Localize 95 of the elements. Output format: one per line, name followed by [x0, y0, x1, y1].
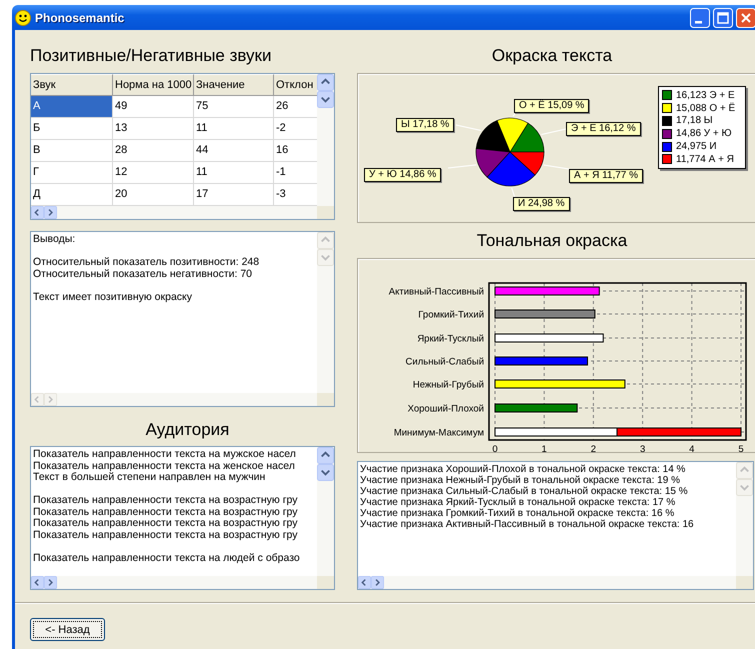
scroll-right-button[interactable] — [44, 206, 57, 219]
scroll-left-button[interactable] — [31, 206, 44, 219]
tonal-memo[interactable] — [357, 461, 754, 590]
text-line: Показатель направленности текста на женское насел — [33, 460, 296, 472]
tick-label: 3 — [640, 444, 646, 452]
section-heading: Аудитория — [144, 419, 230, 441]
scroll-right-button[interactable] — [371, 576, 384, 589]
legend-label: 14,86 У + Ю — [676, 128, 732, 140]
text-line: Текст имеет позитивную окраску — [33, 292, 193, 303]
leader-line — [543, 164, 570, 170]
tick-label: 1 — [542, 444, 547, 452]
leader-line — [456, 124, 482, 131]
tick-label: 4 — [689, 444, 694, 452]
data-label: Ы 17,18 % — [396, 118, 454, 132]
text-line: Участие признака Нежный-Грубый в тональной окраске текста: 19 % — [360, 475, 681, 486]
window-title: Phonosemantic — [35, 10, 126, 24]
data-label: Э + Е 16,12 % — [566, 122, 641, 136]
table-cell: 11 — [194, 162, 274, 184]
category-label: Яркий-Тусклый — [417, 334, 484, 344]
text-line: Показатель направленности текста на мужское насел — [33, 449, 297, 460]
legend-label: 17,18 Ы — [676, 115, 713, 126]
scroll-right-button[interactable] — [44, 576, 57, 589]
scrollbar-corner — [317, 576, 334, 589]
column-header[interactable]: Отклон — [274, 74, 317, 96]
column-header[interactable]: Значение — [194, 74, 274, 96]
legend-label: 16,123 Э + Е — [676, 90, 735, 101]
scrollbar-corner — [317, 206, 334, 219]
text-line: Участие признака Хороший-Плохой в тональной окраске текста: 14 % — [360, 464, 686, 475]
vertical-scrollbar[interactable] — [317, 447, 334, 576]
column-header[interactable]: Норма на 1000 — [113, 74, 194, 96]
scroll-up-button[interactable] — [317, 74, 334, 91]
text-line: Показатель направленности текста на возрастную гру — [33, 530, 299, 541]
legend-label: 15,088 О + Ё — [676, 102, 736, 114]
section-heading: Тональная окраска — [476, 230, 628, 252]
text-line: Участие признака Активный-Пассивный в тональной окраске текста: 16 — [360, 519, 695, 530]
leader-line — [540, 128, 566, 136]
tick-label: 0 — [492, 444, 498, 452]
scrollbar-corner — [317, 393, 334, 406]
category-label: Минимум-Максимум — [394, 428, 484, 438]
legend-label: 24,975 И — [676, 141, 717, 152]
text-line: Выводы: — [33, 234, 76, 246]
table-cell: Б — [31, 118, 113, 140]
section-heading: Окраска текста — [490, 45, 614, 67]
table-cell: Г — [31, 162, 113, 184]
minimize-button[interactable] — [690, 8, 710, 28]
legend-label: 11,774 А + Я — [676, 154, 734, 165]
horizontal-scrollbar[interactable] — [31, 206, 317, 219]
table-cell: 13 — [113, 118, 194, 140]
column-header[interactable]: Звук — [31, 74, 113, 96]
tick-label: 5 — [738, 444, 744, 452]
scroll-down-button[interactable] — [317, 91, 334, 108]
smiley-icon — [15, 10, 31, 26]
audience-memo[interactable] — [30, 446, 335, 590]
data-label: А + Я 11,77 % — [569, 169, 644, 183]
text-line: Показатель направленности текста на возрастную гру — [33, 506, 299, 518]
leader-line — [448, 164, 477, 168]
table-cell: 49 — [113, 96, 194, 118]
leader-line — [511, 187, 516, 198]
data-label: У + Ю 14,86 % — [364, 168, 442, 182]
text-line: Показатель направленности текста на возрастную гру — [33, 495, 299, 506]
category-label: Громкий-Тихий — [418, 310, 484, 320]
table-cell: В — [31, 140, 113, 162]
text-line: Участие признака Яркий-Тусклый в тональной окраске текста: 17 % — [360, 497, 676, 508]
maximize-button[interactable] — [713, 8, 733, 28]
text-line: Участие признака Громкий-Тихий в тональной окраске текста: 16 % — [360, 508, 676, 519]
table-cell: 11 — [194, 118, 274, 140]
data-label: И 24,98 % — [513, 197, 570, 211]
scroll-up-button[interactable] — [317, 447, 334, 464]
category-label: Хороший-Плохой — [408, 404, 484, 414]
close-button[interactable] — [736, 8, 755, 28]
text-line: Относительный показатель позитивности: 248 — [33, 257, 260, 268]
table-cell: А — [31, 96, 113, 118]
horizontal-scrollbar[interactable] — [358, 576, 736, 589]
category-label: Нежный-Грубый — [412, 380, 484, 390]
tick-label: 2 — [590, 444, 596, 452]
text-line: Участие признака Сильный-Слабый в тональной окраске текста: 15 % — [360, 486, 689, 497]
horizontal-scrollbar[interactable] — [31, 576, 317, 589]
text-line: Относительный показатель негативности: 70 — [33, 268, 254, 280]
back-button[interactable]: <- Назад — [30, 618, 105, 641]
table-cell: 44 — [194, 140, 274, 162]
text-line: Показатель направленности текста на людей с образо — [33, 552, 301, 564]
conclusions-memo[interactable]: Выводы: Относительный показатель позитивности: 248 Относительный показатель негативности: 70 Текст имеет позитивную окраску — [30, 231, 335, 407]
text-line: Текст в большей степени направлен на мужчин — [33, 472, 266, 484]
table-cell: 75 — [194, 96, 274, 118]
category-label: Сильный-Слабый — [406, 356, 484, 368]
category-label: Активный-Пассивный — [388, 286, 484, 298]
scroll-left-button[interactable] — [31, 576, 44, 589]
scroll-left-button[interactable] — [358, 576, 371, 589]
scroll-down-button[interactable] — [317, 464, 334, 481]
vertical-scrollbar[interactable] — [317, 74, 334, 206]
section-heading: Позитивные/Негативные звуки — [30, 45, 272, 67]
table-cell: 28 — [113, 140, 194, 162]
table-cell: 12 — [113, 162, 194, 184]
data-label: О + Ё 15,09 % — [514, 99, 590, 113]
text-line: Показатель направленности текста на возрастную гру — [33, 518, 299, 530]
